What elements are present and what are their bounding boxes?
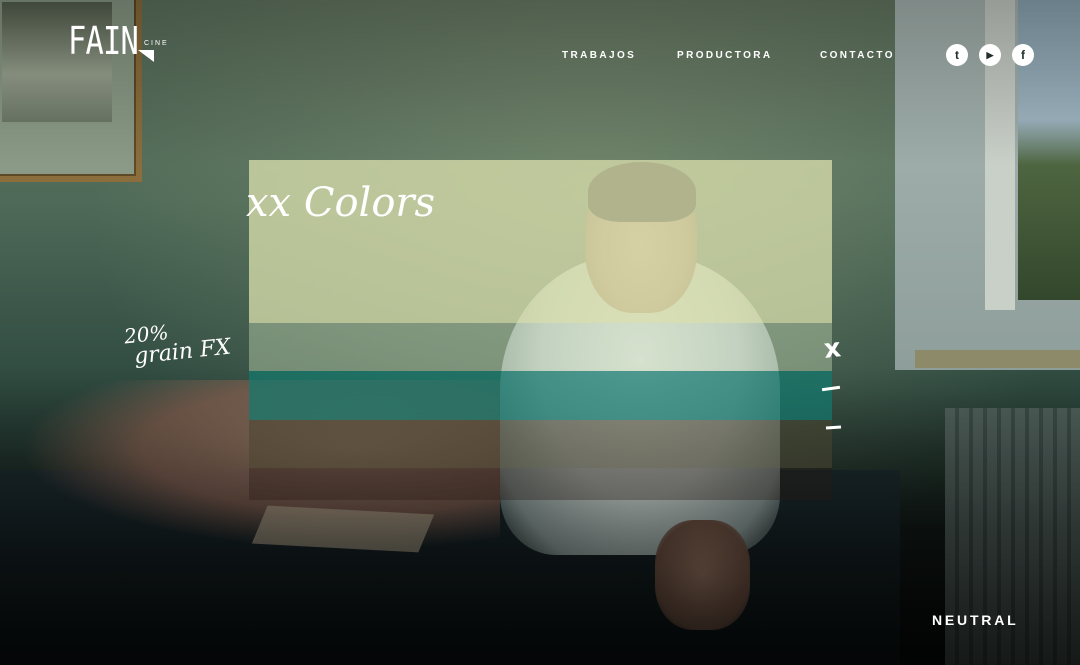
nav-item-productora[interactable]: PRODUCTORA bbox=[677, 50, 772, 61]
logo-wordmark: FAIN bbox=[68, 19, 139, 63]
youtube-icon[interactable]: ▶ bbox=[979, 44, 1001, 66]
logo-triangle-icon bbox=[138, 50, 154, 62]
swatch-2[interactable] bbox=[249, 323, 832, 371]
swatch-4[interactable] bbox=[249, 420, 832, 468]
swatch-3[interactable] bbox=[249, 371, 832, 420]
twitter-icon[interactable]: t bbox=[946, 44, 968, 66]
facebook-icon[interactable]: f bbox=[1012, 44, 1034, 66]
mode-label[interactable]: NEUTRAL bbox=[932, 612, 1018, 628]
nav-item-trabajos[interactable]: TRABAJOS bbox=[562, 50, 636, 61]
logo[interactable]: FAIN CINE bbox=[68, 19, 167, 63]
colors-annotation: xx Colors bbox=[246, 180, 436, 226]
logo-subtitle: CINE bbox=[144, 40, 169, 47]
nav-item-contacto[interactable]: CONTACTO bbox=[820, 50, 895, 61]
close-icon[interactable]: x bbox=[822, 333, 842, 365]
swatch-5[interactable] bbox=[249, 468, 832, 500]
